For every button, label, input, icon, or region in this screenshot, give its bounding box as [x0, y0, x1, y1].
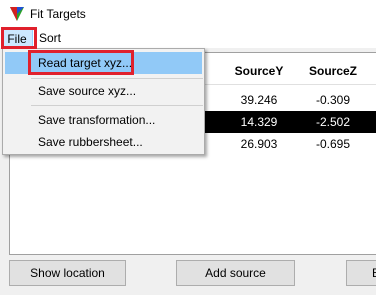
cell-source-y: 39.246: [240, 93, 278, 107]
table-row-selected[interactable]: 14.329 -2.502: [205, 111, 376, 133]
menu-item-label: Save transformation...: [38, 113, 156, 127]
window-title: Fit Targets: [30, 7, 86, 21]
cell-source-y: 14.329: [240, 115, 278, 129]
menu-item-save-transformation[interactable]: Save transformation...: [5, 109, 202, 131]
menu-item-save-source-xyz[interactable]: Save source xyz...: [5, 80, 202, 102]
menu-separator: [31, 78, 203, 79]
cell-source-y: 26.903: [240, 137, 278, 151]
column-header-source-y[interactable]: SourceY: [220, 60, 298, 82]
table-row[interactable]: 39.246 -0.309: [205, 89, 376, 111]
menu-item-label: Save rubbersheet...: [38, 135, 143, 149]
menu-file[interactable]: File: [1, 29, 33, 48]
menu-item-read-target-xyz[interactable]: Read target xyz...: [5, 52, 202, 74]
title-bar: Fit Targets: [0, 0, 376, 29]
menu-item-save-rubbersheet[interactable]: Save rubbersheet...: [5, 131, 202, 153]
column-header-source-z[interactable]: SourceZ: [298, 60, 368, 82]
cell-source-z: -2.502: [315, 115, 351, 129]
cell-source-z: -0.695: [315, 137, 351, 151]
partial-button[interactable]: E: [346, 260, 376, 286]
table-row[interactable]: 26.903 -0.695: [205, 133, 376, 155]
menu-item-label: Read target xyz...: [38, 56, 133, 70]
show-location-button[interactable]: Show location: [9, 260, 126, 286]
add-source-button[interactable]: Add source: [176, 260, 295, 286]
app-logo-icon: [10, 7, 24, 21]
menu-sort[interactable]: Sort: [34, 29, 66, 48]
file-dropdown-menu: Read target xyz... Save source xyz... Sa…: [2, 48, 205, 155]
menu-item-label: Save source xyz...: [38, 84, 137, 98]
cell-source-z: -0.309: [315, 93, 351, 107]
header-divider: [205, 84, 376, 85]
menu-bar: File Sort: [0, 29, 376, 48]
menu-separator: [31, 105, 203, 106]
